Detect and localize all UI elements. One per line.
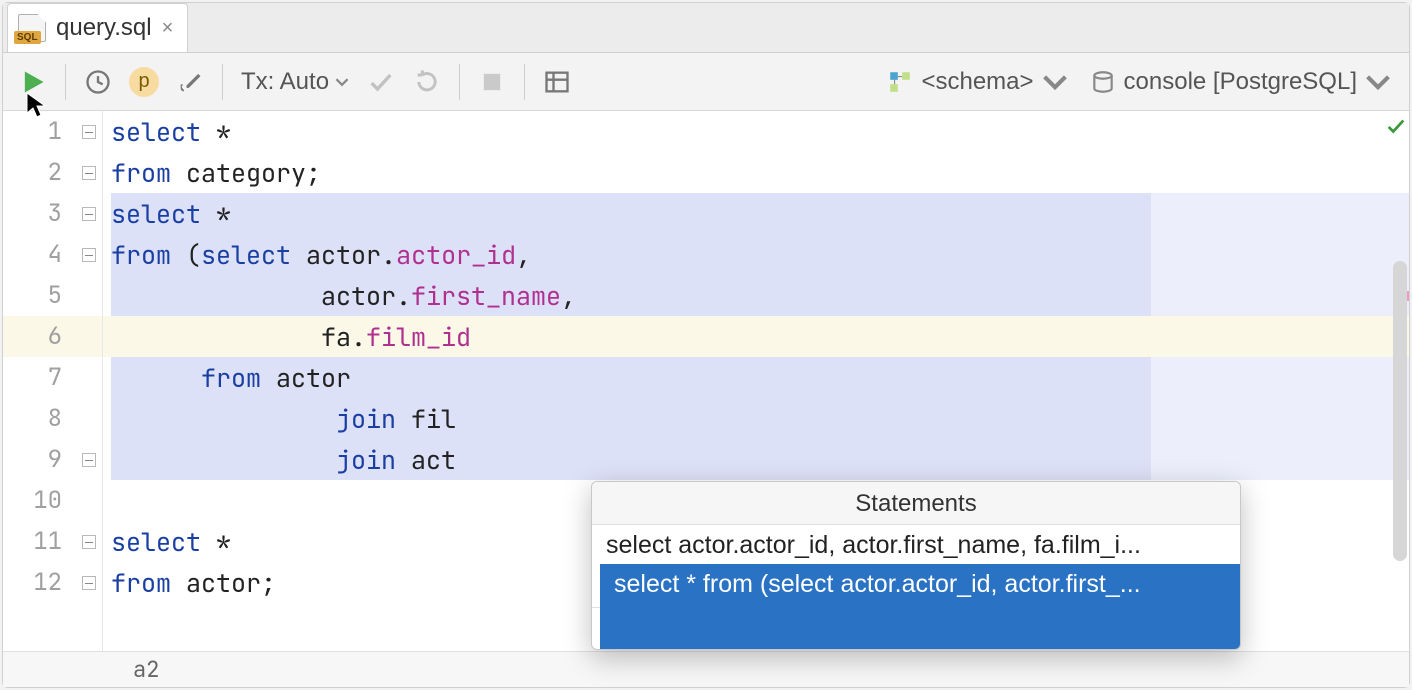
data-view-button[interactable]	[537, 62, 577, 102]
code-line[interactable]: join act	[103, 439, 1409, 480]
schema-label: <schema>	[921, 68, 1033, 96]
tab-filename: query.sql	[56, 14, 152, 42]
toolbar-separator	[524, 64, 525, 100]
fold-icon[interactable]	[82, 207, 96, 221]
fold-icon[interactable]	[82, 576, 96, 590]
fold-icon[interactable]	[82, 453, 96, 467]
breadcrumb-text: a2	[133, 655, 159, 684]
history-button[interactable]	[78, 62, 118, 102]
ide-window: query.sql × p Tx: Auto	[2, 2, 1410, 688]
line-number: 12	[33, 567, 62, 598]
gutter: 1 2 3 4 5 6 7 8 9 10 11 12	[3, 111, 103, 651]
breadcrumb-bar: a2	[3, 651, 1409, 687]
code-line[interactable]: from (select actor.actor_id,	[103, 234, 1409, 275]
code-line[interactable]: from category;	[103, 152, 1409, 193]
p-badge: p	[129, 67, 159, 97]
chevron-down-icon	[335, 75, 349, 89]
schema-icon	[887, 69, 913, 95]
tab-bar: query.sql ×	[3, 3, 1409, 53]
code-line[interactable]: from actor	[103, 357, 1409, 398]
console-label: console [PostgreSQL]	[1124, 68, 1357, 96]
code-line[interactable]: join fil	[103, 398, 1409, 439]
database-icon	[1090, 69, 1116, 95]
line-number: 10	[33, 485, 62, 516]
rollback-button[interactable]	[407, 62, 447, 102]
scrollbar-thumb[interactable]	[1393, 261, 1407, 561]
code-line[interactable]: select *	[103, 193, 1409, 234]
transaction-mode-dropdown[interactable]: Tx: Auto	[235, 68, 355, 96]
tx-label: Tx: Auto	[241, 68, 329, 96]
fold-icon[interactable]	[82, 248, 96, 262]
file-tab[interactable]: query.sql ×	[7, 3, 188, 52]
mouse-cursor	[25, 91, 49, 121]
toolbar: p Tx: Auto <schema>	[3, 53, 1409, 111]
statements-popup: Statements select actor.actor_id, actor.…	[591, 481, 1241, 650]
fold-icon[interactable]	[82, 125, 96, 139]
code-line[interactable]: fa.film_id	[103, 316, 1409, 357]
stop-button[interactable]	[472, 62, 512, 102]
sql-file-icon	[18, 14, 46, 42]
code-line[interactable]: select *	[103, 111, 1409, 152]
chevron-down-icon	[1042, 69, 1068, 95]
close-tab-icon[interactable]: ×	[162, 17, 174, 40]
toolbar-separator	[459, 64, 460, 100]
line-number: 6	[48, 321, 62, 352]
code-line[interactable]: actor.first_name,	[103, 275, 1409, 316]
popup-title: Statements	[592, 482, 1240, 525]
schema-selector[interactable]: <schema>	[879, 68, 1075, 96]
p-badge-button[interactable]: p	[124, 62, 164, 102]
line-number: 9	[48, 444, 62, 475]
line-number: 5	[48, 280, 62, 311]
line-number: 7	[48, 362, 62, 393]
line-number: 11	[33, 526, 62, 557]
fold-icon[interactable]	[82, 535, 96, 549]
line-number: 1	[48, 116, 62, 147]
line-number: 2	[48, 157, 62, 188]
line-number: 8	[48, 403, 62, 434]
inspection-ok-icon	[1385, 115, 1407, 137]
commit-button[interactable]	[361, 62, 401, 102]
popup-item-selected[interactable]: select * from (select actor.actor_id, ac…	[600, 564, 1241, 650]
toolbar-separator	[65, 64, 66, 100]
line-number: 3	[48, 198, 62, 229]
settings-button[interactable]	[170, 62, 210, 102]
editor[interactable]: 1 2 3 4 5 6 7 8 9 10 11 12 select * from…	[3, 111, 1409, 651]
code-area[interactable]: select * from category; select * from (s…	[103, 111, 1409, 651]
toolbar-separator	[222, 64, 223, 100]
chevron-down-icon	[1365, 69, 1391, 95]
console-selector[interactable]: console [PostgreSQL]	[1082, 68, 1399, 96]
fold-icon[interactable]	[82, 166, 96, 180]
line-number: 4	[48, 239, 62, 270]
popup-item[interactable]: select actor.actor_id, actor.first_name,…	[592, 525, 1240, 566]
